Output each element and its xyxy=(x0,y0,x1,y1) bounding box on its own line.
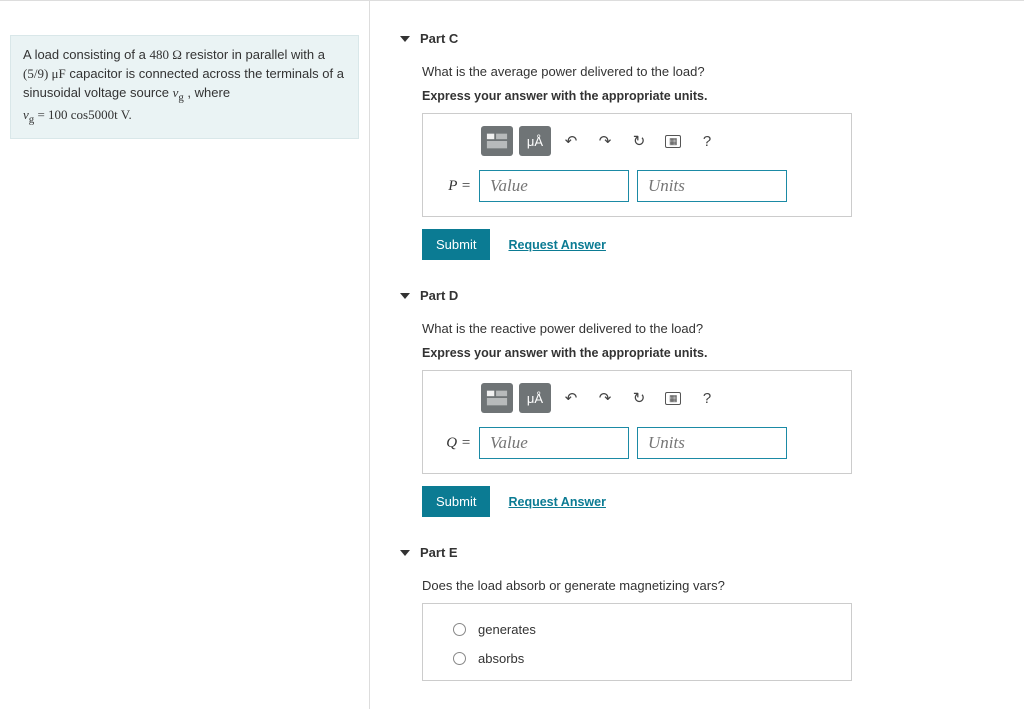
keyboard-icon: ▦ xyxy=(665,135,681,148)
value-input[interactable] xyxy=(479,427,629,459)
undo-button[interactable]: ↶ xyxy=(557,126,585,156)
templates-button[interactable] xyxy=(481,126,513,156)
text: resistor in parallel with a xyxy=(186,47,325,62)
option-label: generates xyxy=(478,622,536,637)
part-title: Part C xyxy=(420,31,458,46)
part-e-options: generates absorbs xyxy=(422,603,852,681)
submit-button[interactable]: Submit xyxy=(422,486,490,517)
value-input[interactable] xyxy=(479,170,629,202)
keyboard-icon: ▦ xyxy=(665,392,681,405)
chevron-down-icon xyxy=(400,293,410,299)
vg-equation: vg = 100 cos5000t V. xyxy=(23,107,132,122)
chevron-down-icon xyxy=(400,550,410,556)
keyboard-button[interactable]: ▦ xyxy=(659,126,687,156)
option-generates[interactable]: generates xyxy=(437,618,837,647)
resistor-value: 480 Ω xyxy=(149,47,181,62)
part-d-question: What is the reactive power delivered to … xyxy=(422,321,1004,336)
part-d-instruction: Express your answer with the appropriate… xyxy=(422,346,1004,360)
toolbar: μÅ ↶ ↷ ↻ ▦ ? xyxy=(481,126,837,156)
units-picker-button[interactable]: μÅ xyxy=(519,126,551,156)
part-c-question: What is the average power delivered to t… xyxy=(422,64,1004,79)
radio-icon xyxy=(453,652,466,665)
templates-icon xyxy=(486,389,508,407)
redo-button[interactable]: ↷ xyxy=(591,126,619,156)
problem-statement: A load consisting of a 480 Ω resistor in… xyxy=(10,35,359,139)
reset-button[interactable]: ↻ xyxy=(625,126,653,156)
radio-icon xyxy=(453,623,466,636)
units-input[interactable] xyxy=(637,427,787,459)
symbol-label: P = xyxy=(437,178,471,195)
units-input[interactable] xyxy=(637,170,787,202)
text: A load consisting of a xyxy=(23,47,149,62)
part-e-question: Does the load absorb or generate magneti… xyxy=(422,578,1004,593)
request-answer-link[interactable]: Request Answer xyxy=(508,238,605,252)
text: , where xyxy=(187,85,230,100)
help-button[interactable]: ? xyxy=(693,126,721,156)
part-c-instruction: Express your answer with the appropriate… xyxy=(422,89,1004,103)
submit-button[interactable]: Submit xyxy=(422,229,490,260)
templates-icon xyxy=(486,132,508,150)
part-d-header[interactable]: Part D xyxy=(400,288,1004,303)
vg-symbol: vg xyxy=(173,85,184,100)
option-absorbs[interactable]: absorbs xyxy=(437,647,837,676)
part-e: Part E Does the load absorb or generate … xyxy=(400,545,1004,681)
units-picker-button[interactable]: μÅ xyxy=(519,383,551,413)
part-c-header[interactable]: Part C xyxy=(400,31,1004,46)
help-button[interactable]: ? xyxy=(693,383,721,413)
undo-button[interactable]: ↶ xyxy=(557,383,585,413)
part-c-answer-box: μÅ ↶ ↷ ↻ ▦ ? P = xyxy=(422,113,852,217)
part-e-header[interactable]: Part E xyxy=(400,545,1004,560)
symbol-label: Q = xyxy=(437,435,471,452)
request-answer-link[interactable]: Request Answer xyxy=(508,495,605,509)
part-d: Part D What is the reactive power delive… xyxy=(400,288,1004,517)
chevron-down-icon xyxy=(400,36,410,42)
templates-button[interactable] xyxy=(481,383,513,413)
redo-button[interactable]: ↷ xyxy=(591,383,619,413)
part-title: Part D xyxy=(420,288,458,303)
reset-button[interactable]: ↻ xyxy=(625,383,653,413)
keyboard-button[interactable]: ▦ xyxy=(659,383,687,413)
part-c: Part C What is the average power deliver… xyxy=(400,31,1004,260)
toolbar: μÅ ↶ ↷ ↻ ▦ ? xyxy=(481,383,837,413)
part-d-answer-box: μÅ ↶ ↷ ↻ ▦ ? Q = xyxy=(422,370,852,474)
text: capacitor is connected across the termin… xyxy=(23,66,344,100)
capacitor-value: (5/9) μF xyxy=(23,66,66,81)
option-label: absorbs xyxy=(478,651,524,666)
part-title: Part E xyxy=(420,545,458,560)
